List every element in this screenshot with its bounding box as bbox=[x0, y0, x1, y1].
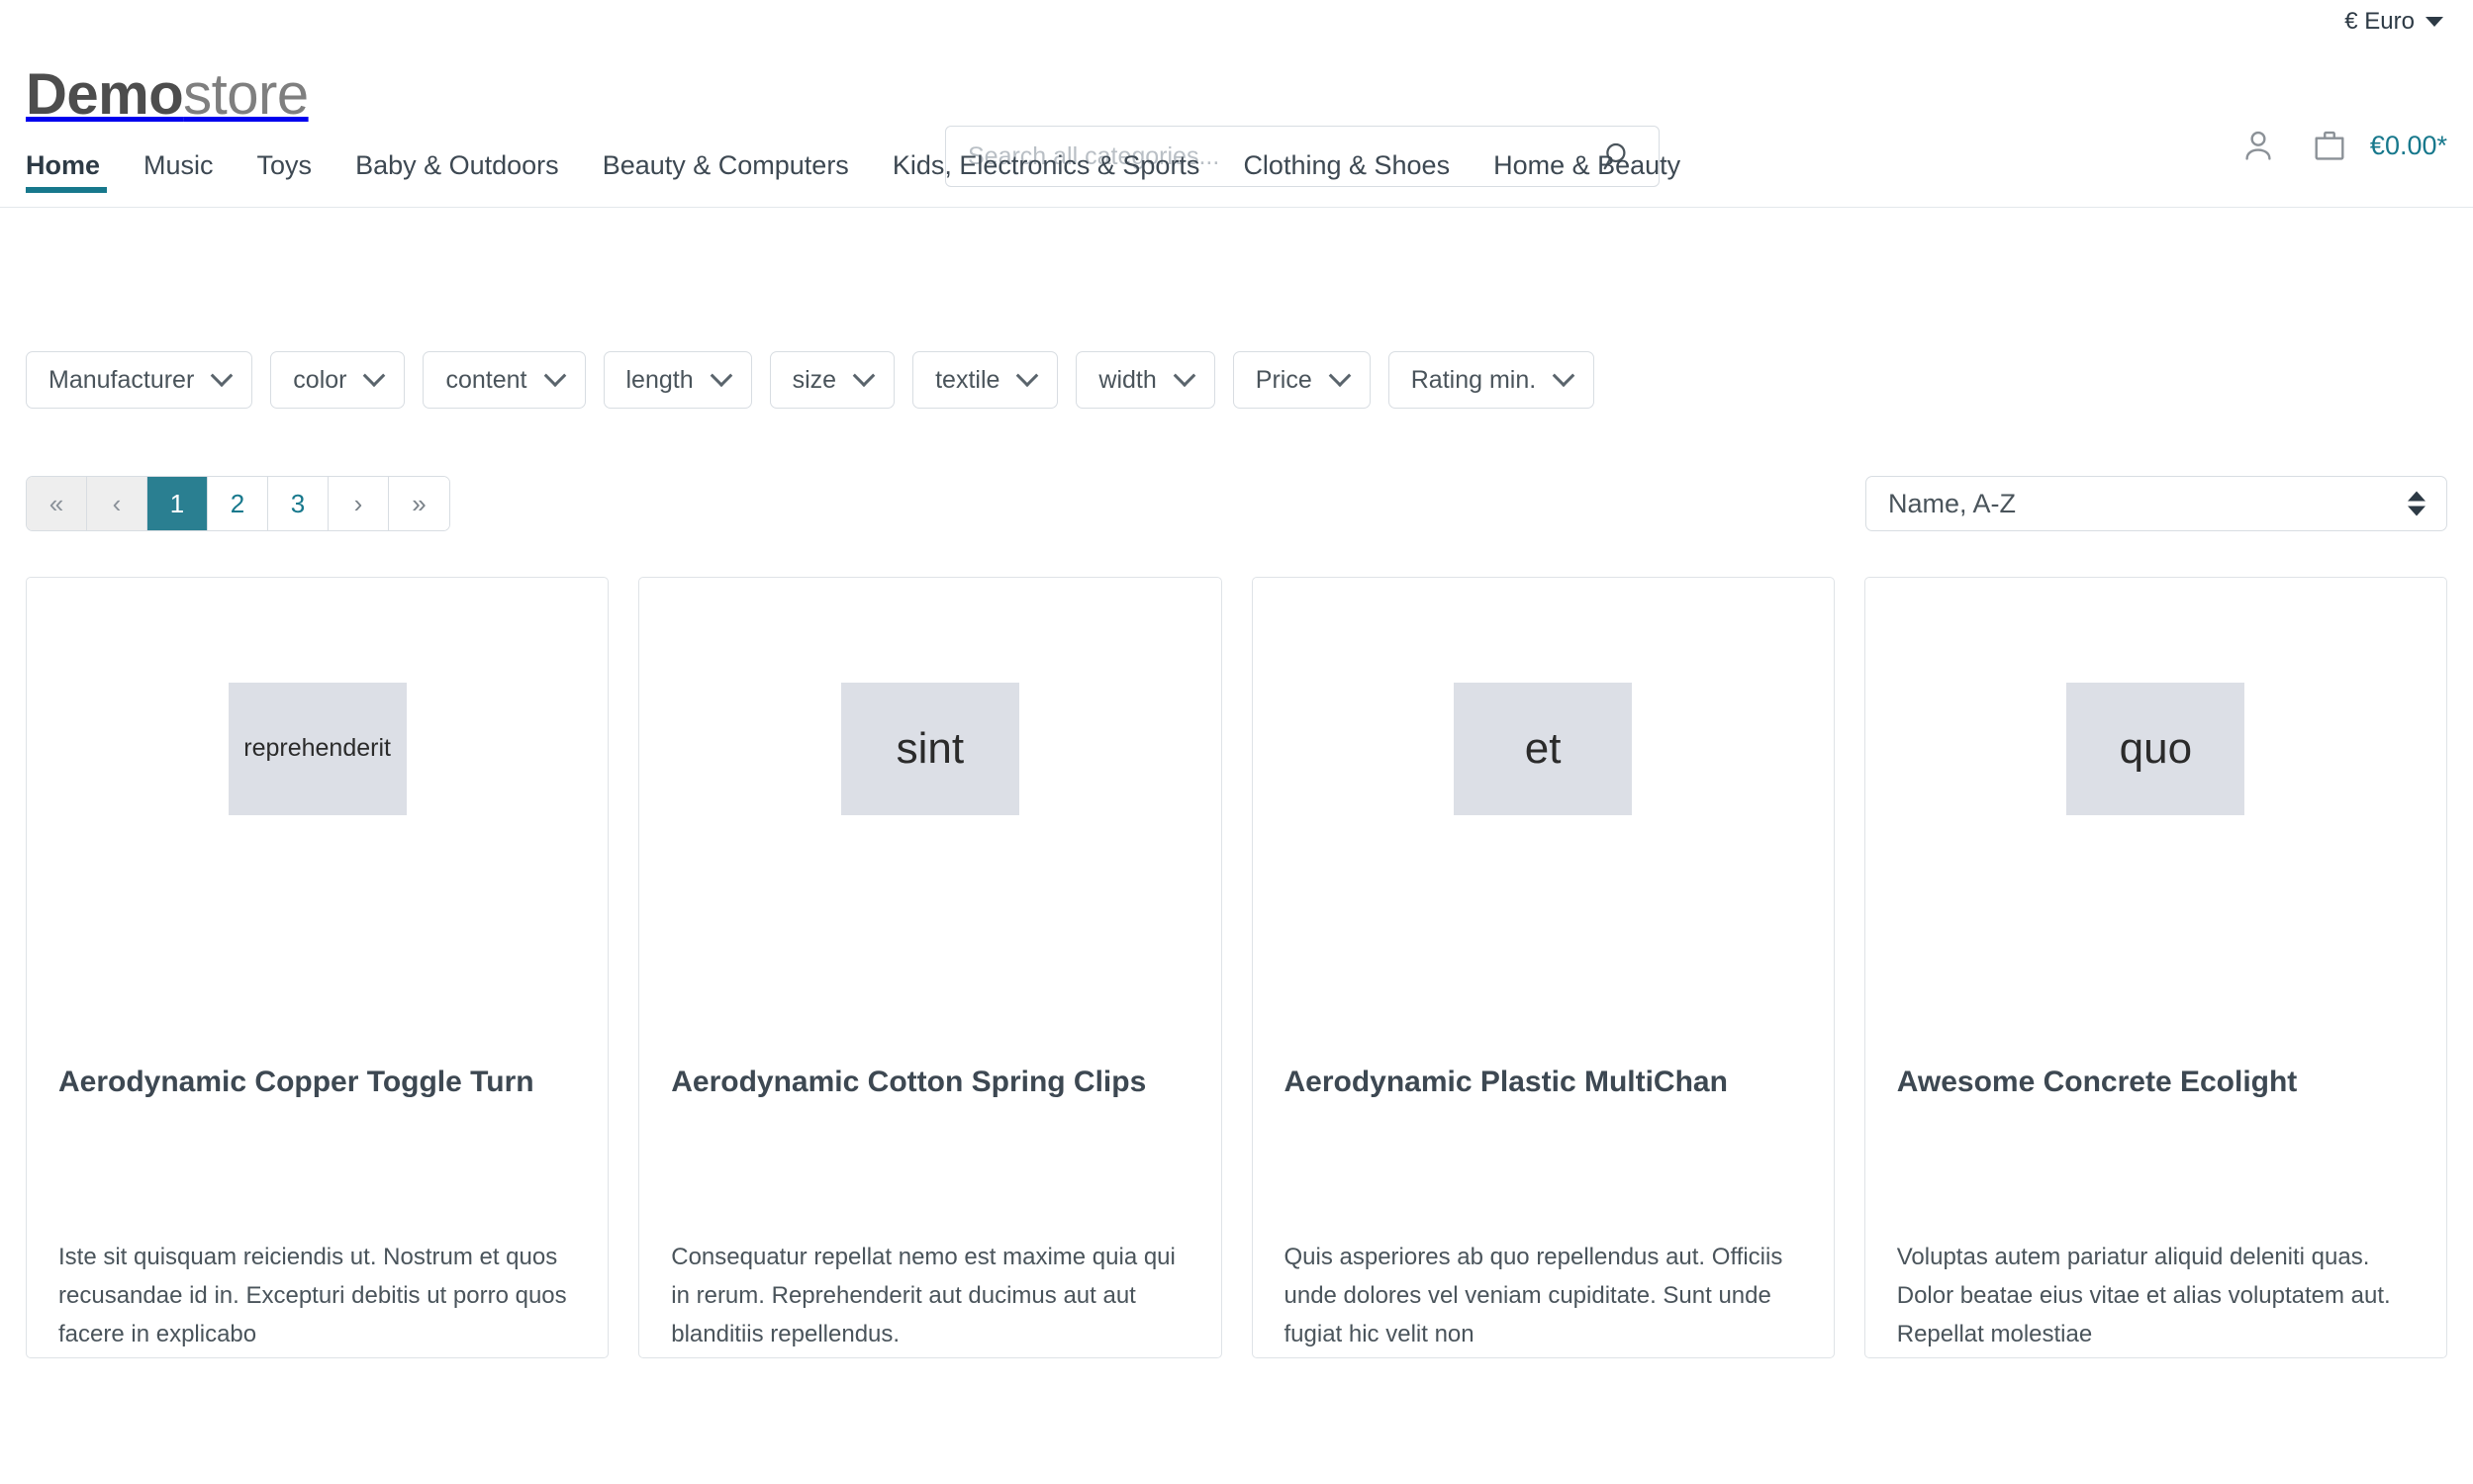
site-logo[interactable]: Demostore bbox=[26, 66, 309, 124]
filter-rating-min[interactable]: Rating min. bbox=[1388, 351, 1594, 409]
product-image-placeholder: quo bbox=[2066, 683, 2244, 815]
filter-label: width bbox=[1098, 366, 1156, 395]
product-card[interactable]: quo Awesome Concrete Ecolight Voluptas a… bbox=[1864, 577, 2447, 1358]
chevron-down-icon bbox=[363, 364, 386, 387]
chevron-down-icon bbox=[1016, 364, 1039, 387]
filter-color[interactable]: color bbox=[270, 351, 405, 409]
top-utility-bar: € Euro bbox=[0, 0, 2473, 44]
filter-manufacturer[interactable]: Manufacturer bbox=[26, 351, 252, 409]
product-card[interactable]: et Aerodynamic Plastic MultiChan Quis as… bbox=[1252, 577, 1835, 1358]
filter-label: content bbox=[445, 366, 526, 395]
logo-text-primary: Demo bbox=[26, 62, 183, 127]
sort-select[interactable]: Name, A-Z bbox=[1865, 476, 2447, 531]
product-title[interactable]: Aerodynamic Cotton Spring Clips bbox=[671, 1063, 1189, 1144]
product-description: Iste sit quisquam reiciendis ut. Nostrum… bbox=[58, 1239, 576, 1354]
nav-item-home-beauty[interactable]: Home & Beauty bbox=[1472, 146, 1702, 201]
pagination-first[interactable]: « bbox=[27, 477, 87, 530]
pagination-page-2[interactable]: 2 bbox=[208, 477, 268, 530]
product-image-area: et bbox=[1284, 578, 1802, 919]
nav-item-home[interactable]: Home bbox=[26, 146, 122, 201]
filter-content[interactable]: content bbox=[423, 351, 585, 409]
product-description: Voluptas autem pariatur aliquid deleniti… bbox=[1897, 1239, 2415, 1354]
nav-item-music[interactable]: Music bbox=[122, 146, 236, 201]
product-image-area: quo bbox=[1897, 578, 2415, 919]
nav-item-toys[interactable]: Toys bbox=[236, 146, 334, 201]
product-description: Quis asperiores ab quo repellendus aut. … bbox=[1284, 1239, 1802, 1354]
product-image-area: reprehenderit bbox=[58, 578, 576, 919]
currency-switcher[interactable]: € Euro bbox=[2344, 8, 2447, 36]
chevron-down-icon bbox=[853, 364, 876, 387]
pagination-next[interactable]: › bbox=[329, 477, 389, 530]
product-title[interactable]: Aerodynamic Plastic MultiChan bbox=[1284, 1063, 1802, 1144]
filter-label: size bbox=[793, 366, 836, 395]
filter-textile[interactable]: textile bbox=[912, 351, 1058, 409]
filter-panel: Manufacturer color content length size t… bbox=[26, 208, 2447, 409]
filter-width[interactable]: width bbox=[1076, 351, 1214, 409]
product-grid: reprehenderit Aerodynamic Copper Toggle … bbox=[26, 531, 2447, 1358]
filter-label: Rating min. bbox=[1411, 366, 1536, 395]
currency-label: € Euro bbox=[2344, 8, 2415, 36]
filter-label: Manufacturer bbox=[48, 366, 194, 395]
nav-item-beauty-computers[interactable]: Beauty & Computers bbox=[581, 146, 871, 201]
filter-size[interactable]: size bbox=[770, 351, 895, 409]
pagination-last[interactable]: » bbox=[389, 477, 449, 530]
product-card[interactable]: reprehenderit Aerodynamic Copper Toggle … bbox=[26, 577, 609, 1358]
filter-label: color bbox=[293, 366, 346, 395]
product-card[interactable]: sint Aerodynamic Cotton Spring Clips Con… bbox=[638, 577, 1221, 1358]
main-navigation: Home Music Toys Baby & Outdoors Beauty &… bbox=[0, 146, 2473, 208]
pagination-previous[interactable]: ‹ bbox=[87, 477, 147, 530]
nav-item-baby-outdoors[interactable]: Baby & Outdoors bbox=[333, 146, 581, 201]
chevron-down-icon bbox=[1553, 364, 1575, 387]
product-image-area: sint bbox=[671, 578, 1189, 919]
chevron-down-icon bbox=[1328, 364, 1351, 387]
logo-text-secondary: store bbox=[183, 62, 308, 127]
nav-item-clothing-shoes[interactable]: Clothing & Shoes bbox=[1221, 146, 1472, 201]
product-image-placeholder: reprehenderit bbox=[229, 683, 407, 815]
pagination: « ‹ 1 2 3 › » bbox=[26, 476, 450, 531]
filter-label: length bbox=[626, 366, 694, 395]
filter-length[interactable]: length bbox=[604, 351, 752, 409]
listing-toolbar: « ‹ 1 2 3 › » Name, A-Z bbox=[26, 409, 2447, 531]
sorting-area: Name, A-Z bbox=[1865, 476, 2447, 531]
site-header: Demostore bbox=[0, 44, 2473, 146]
product-description: Consequatur repellat nemo est maxime qui… bbox=[671, 1239, 1189, 1354]
filter-label: Price bbox=[1256, 366, 1312, 395]
chevron-down-icon bbox=[211, 364, 234, 387]
product-image-placeholder: sint bbox=[841, 683, 1019, 815]
pagination-page-3[interactable]: 3 bbox=[268, 477, 329, 530]
filter-label: textile bbox=[935, 366, 999, 395]
chevron-down-icon bbox=[1173, 364, 1195, 387]
storefront-page: € Euro Demostore bbox=[0, 0, 2473, 1484]
chevron-down-icon bbox=[710, 364, 732, 387]
listing-content: Manufacturer color content length size t… bbox=[0, 208, 2473, 1358]
pagination-page-1[interactable]: 1 bbox=[147, 477, 208, 530]
product-image-placeholder: et bbox=[1454, 683, 1632, 815]
nav-item-kids-electronics-sports[interactable]: Kids, Electronics & Sports bbox=[871, 146, 1222, 201]
product-title[interactable]: Aerodynamic Copper Toggle Turn bbox=[58, 1063, 576, 1144]
chevron-down-icon bbox=[543, 364, 566, 387]
chevron-down-icon bbox=[2425, 17, 2443, 27]
filter-price[interactable]: Price bbox=[1233, 351, 1371, 409]
product-title[interactable]: Awesome Concrete Ecolight bbox=[1897, 1063, 2415, 1144]
